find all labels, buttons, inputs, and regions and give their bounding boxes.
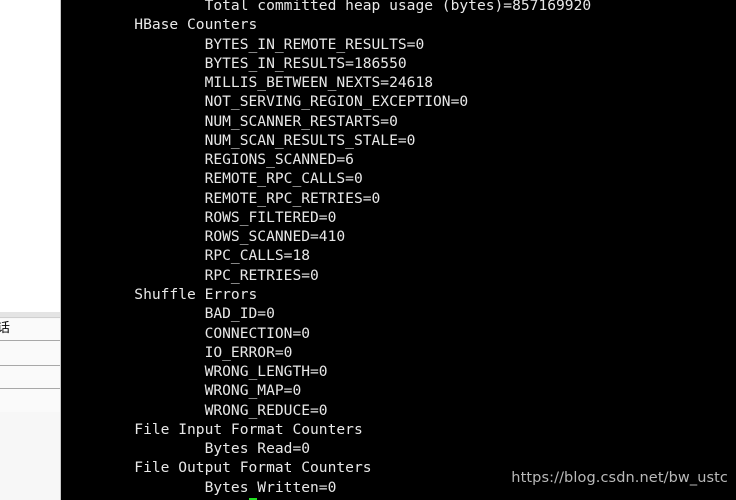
- terminal-line: BAD_ID=0: [64, 305, 275, 323]
- terminal-line: REGIONS_SCANNED=6: [64, 151, 354, 169]
- terminal-line: HBase Counters: [64, 16, 258, 34]
- screen-root: 会话 夹 Total committed heap usage (bytes)=…: [0, 0, 736, 500]
- terminal-line: Shuffle Errors: [64, 285, 258, 303]
- session-tree-list: 会话 夹: [0, 312, 60, 500]
- terminal-line: BYTES_IN_REMOTE_RESULTS=0: [64, 35, 425, 53]
- terminal-line: ROWS_SCANNED=410: [64, 228, 346, 246]
- terminal-line: IO_ERROR=0: [64, 343, 293, 361]
- terminal-line: CONNECTION=0: [64, 324, 311, 342]
- terminal-line: Bytes Read=0: [64, 440, 311, 458]
- terminal-line: RPC_RETRIES=0: [64, 266, 319, 284]
- terminal-line: REMOTE_RPC_RETRIES=0: [64, 189, 381, 207]
- list-item[interactable]: 会话: [0, 319, 60, 341]
- session-manager-panel: 会话 夹: [0, 0, 61, 500]
- terminal-line: WRONG_MAP=0: [64, 382, 302, 400]
- session-tree-header: [0, 312, 60, 318]
- terminal-line: RPC_CALLS=18: [64, 247, 311, 265]
- session-panel-upper-area: [0, 0, 60, 312]
- terminal-output-area[interactable]: Total committed heap usage (bytes)=85716…: [62, 0, 736, 500]
- terminal-line: Total committed heap usage (bytes)=85716…: [64, 0, 592, 14]
- terminal-line: WRONG_LENGTH=0: [64, 363, 328, 381]
- terminal-line: BYTES_IN_RESULTS=186550: [64, 54, 407, 72]
- watermark-text: https://blog.csdn.net/bw_ustc: [511, 470, 728, 486]
- terminal-line: File Input Format Counters: [64, 420, 363, 438]
- terminal-line-container: Total committed heap usage (bytes)=85716…: [62, 0, 736, 500]
- list-item[interactable]: [0, 389, 60, 412]
- list-item[interactable]: [0, 366, 60, 389]
- list-item-label: 会话: [0, 319, 60, 338]
- terminal-line: ROWS_FILTERED=0: [64, 208, 337, 226]
- terminal-line: NUM_SCAN_RESULTS_STALE=0: [64, 131, 416, 149]
- terminal-line: REMOTE_RPC_CALLS=0: [64, 170, 363, 188]
- terminal-line: WRONG_REDUCE=0: [64, 401, 328, 419]
- terminal-line: NUM_SCANNER_RESTARTS=0: [64, 112, 398, 130]
- terminal-line: NOT_SERVING_REGION_EXCEPTION=0: [64, 93, 469, 111]
- terminal-line: MILLIS_BETWEEN_NEXTS=24618: [64, 74, 434, 92]
- list-item-label: 夹: [0, 341, 60, 360]
- list-item[interactable]: 夹: [0, 341, 60, 366]
